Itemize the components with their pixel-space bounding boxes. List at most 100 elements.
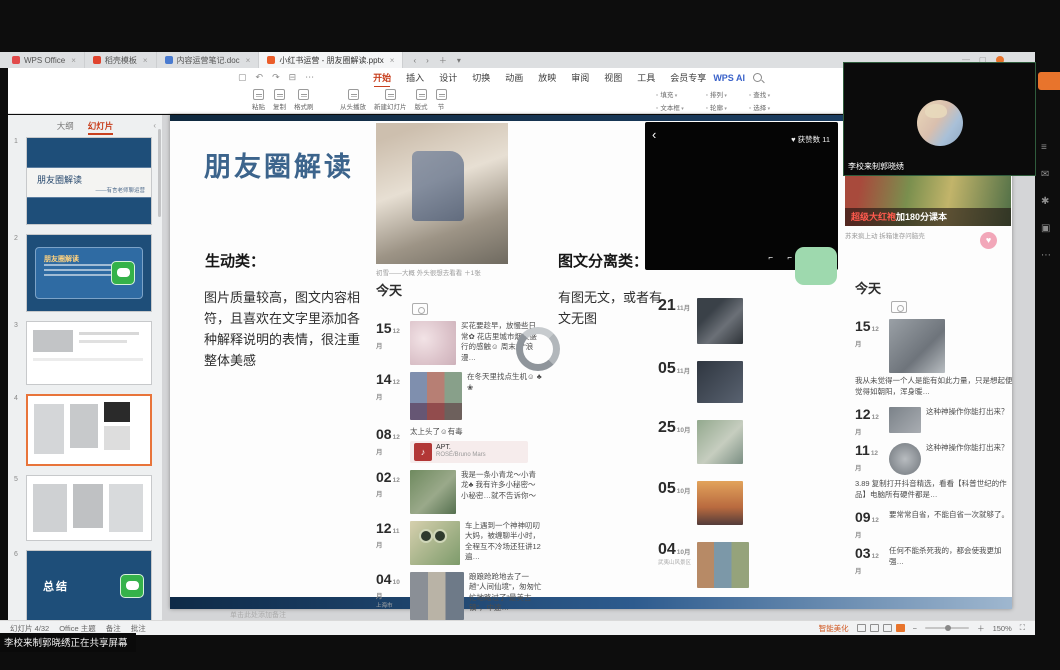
slide-canvas[interactable]: 朋友圈解读 生动类： 图片质量较高，图文内容相符，且喜欢在文字里添加各种解释说明… (170, 115, 1012, 609)
feed-month: 12月 (855, 326, 879, 348)
more-icon[interactable]: ⋯ (1041, 250, 1051, 261)
feed-month: 10月 (376, 579, 400, 601)
zoom-slider[interactable] (925, 627, 969, 629)
presenter-avatar (917, 100, 963, 146)
tab-control-icon[interactable]: ‹ (413, 56, 416, 65)
print-icon[interactable]: ⊟ (289, 72, 297, 83)
thumb-band: 朋友圈解读——有言老师聊运营 (27, 167, 151, 198)
ribbon-menu[interactable]: 视图 (603, 69, 623, 86)
wps-heart-icon (12, 56, 20, 64)
slide-thumbnail[interactable] (26, 475, 152, 541)
toolbar-button[interactable]: 新建幻灯片 (374, 89, 407, 111)
feed-text: 我是一条小青龙～小青龙♣ 我有许多小秘密～小秘密…就不告诉你～ (461, 470, 542, 514)
slide-thumbnail[interactable] (26, 394, 152, 466)
wps-ai-menu[interactable]: WPS AI (713, 73, 745, 83)
tab-outline[interactable]: 大纲 (57, 120, 74, 135)
ribbon-menu[interactable]: 放映 (537, 69, 557, 86)
toolbar-button[interactable]: 从头播放 (340, 89, 366, 111)
theme-name[interactable]: Office 主题 (59, 623, 96, 634)
toolbar-button[interactable]: 版式 (415, 89, 428, 111)
feed-today-label: 今天 (376, 280, 542, 299)
slide-thumbnail[interactable]: 朋友圈解读——有言老师聊运营 (26, 137, 152, 225)
ribbon-menu[interactable]: 切换 (471, 69, 491, 86)
section-body-vivid: 图片质量较高，图文内容相符，且喜欢在文字里添加各种解释说明的表情，很注重整体美感 (204, 287, 369, 371)
slide-thumbnail[interactable]: 总结 (26, 550, 152, 622)
chat-icon[interactable]: ✉ (1041, 169, 1051, 180)
search-icon[interactable] (753, 73, 762, 82)
share-button[interactable] (1038, 72, 1060, 90)
slideshow-icon[interactable] (896, 624, 905, 632)
slide-thumbnail[interactable]: 朋友圈解读 (26, 234, 152, 312)
slide-thumbnail[interactable] (26, 321, 152, 385)
window-tab[interactable]: WPS Office× (4, 52, 85, 68)
ribbon-menu[interactable]: 设计 (438, 69, 458, 86)
panel-collapse-icon[interactable]: ‹ (153, 121, 156, 130)
toolbar-button[interactable]: 轮廓 (706, 102, 727, 112)
share-icon[interactable]: ✱ (1041, 196, 1051, 207)
thumb-line (44, 269, 118, 271)
read-view-icon[interactable] (883, 624, 892, 632)
undo-icon[interactable]: ↶ (256, 72, 264, 83)
comments-toggle[interactable]: 批注 (131, 623, 146, 634)
notes-toggle[interactable]: 备注 (106, 623, 121, 634)
window-tab[interactable]: 小红书运营 - 朋友圈解读.pptx× (259, 52, 403, 68)
fit-screen-icon[interactable]: ⛶ (1020, 623, 1025, 633)
close-tab-icon[interactable]: × (71, 56, 76, 65)
more-icon[interactable]: ⋯ (305, 72, 314, 83)
feed-month: 12月 (376, 328, 400, 350)
normal-view-icon[interactable] (857, 624, 866, 632)
tab-control-icon[interactable]: ＋ (439, 55, 447, 66)
toolbar-button[interactable]: 选择 (749, 102, 770, 112)
toolbar-button-icon (385, 89, 396, 100)
toolbar-button[interactable]: 复制 (273, 89, 286, 111)
ribbon-menu[interactable]: 会员专享 (669, 69, 707, 86)
feed-photo (410, 572, 464, 620)
close-tab-icon[interactable]: × (246, 56, 251, 65)
close-tab-icon[interactable]: × (390, 56, 395, 65)
tab-control-icon[interactable]: › (426, 56, 429, 65)
panel-scrollbar[interactable] (158, 129, 161, 217)
feed-month: 11月 (376, 528, 399, 550)
docs-icon[interactable]: ▣ (1041, 223, 1051, 234)
redo-icon[interactable]: ↷ (272, 72, 280, 83)
feed-photo (410, 521, 460, 565)
feed-month: 12月 (376, 379, 400, 401)
webcam-tile[interactable]: 李校来制郭晓绣 (843, 62, 1036, 176)
tab-slides[interactable]: 幻灯片 (88, 120, 114, 135)
toolbar-button[interactable]: 查找 (749, 89, 770, 99)
thumb-block (109, 484, 143, 532)
feed-photo (697, 361, 743, 403)
beautify-button[interactable]: 智能美化 (819, 623, 849, 634)
toolbar-button[interactable]: 节 (436, 89, 447, 111)
sorter-view-icon[interactable] (870, 624, 879, 632)
zoom-level[interactable]: 150% (993, 624, 1012, 633)
thumb-panel: 朋友圈解读 (35, 247, 143, 299)
feed-day: 2111月 (658, 298, 692, 314)
toolbar-button[interactable]: 排列 (706, 89, 727, 99)
window-tab[interactable]: 稻壳模板× (85, 52, 157, 68)
window-tab[interactable]: 内容运营笔记.doc× (157, 52, 260, 68)
save-icon[interactable]: ▢ (238, 72, 247, 83)
close-tab-icon[interactable]: × (143, 56, 148, 65)
feed-text: 我从未觉得一个人是能有如此力量，只是想起便觉得如朝阳，浑身暖… (855, 376, 1013, 397)
ribbon-menu[interactable]: 开始 (372, 69, 392, 86)
ribbon-menu[interactable]: 工具 (636, 69, 656, 86)
toolbar-button[interactable]: 格式刷 (294, 89, 314, 111)
ribbon-menu[interactable]: 审阅 (570, 69, 590, 86)
notes-hint[interactable]: 单击此处添加备注 (230, 610, 286, 620)
ribbon-menu[interactable]: 动画 (504, 69, 524, 86)
moments-photo (376, 123, 508, 264)
zoom-out-button[interactable]: − (913, 624, 917, 633)
tab-control-icon[interactable]: ▾ (457, 56, 461, 65)
zoom-in-button[interactable]: ＋ (977, 623, 985, 634)
feed-date: 0511月 (658, 361, 692, 403)
feed-photo (889, 443, 921, 475)
members-icon[interactable]: ≡ (1041, 142, 1051, 153)
back-icon: ‹ (652, 127, 656, 142)
toolbar-button[interactable]: 粘贴 (252, 89, 265, 111)
toolbar-button[interactable]: 文本框 (656, 102, 684, 112)
zoom-knob[interactable] (945, 625, 951, 631)
toolbar-button[interactable]: 填充 (656, 89, 684, 99)
ribbon-menu[interactable]: 插入 (405, 69, 425, 86)
feed-text: 在冬天里找点生机☺ ♣ ❀ (467, 372, 542, 420)
